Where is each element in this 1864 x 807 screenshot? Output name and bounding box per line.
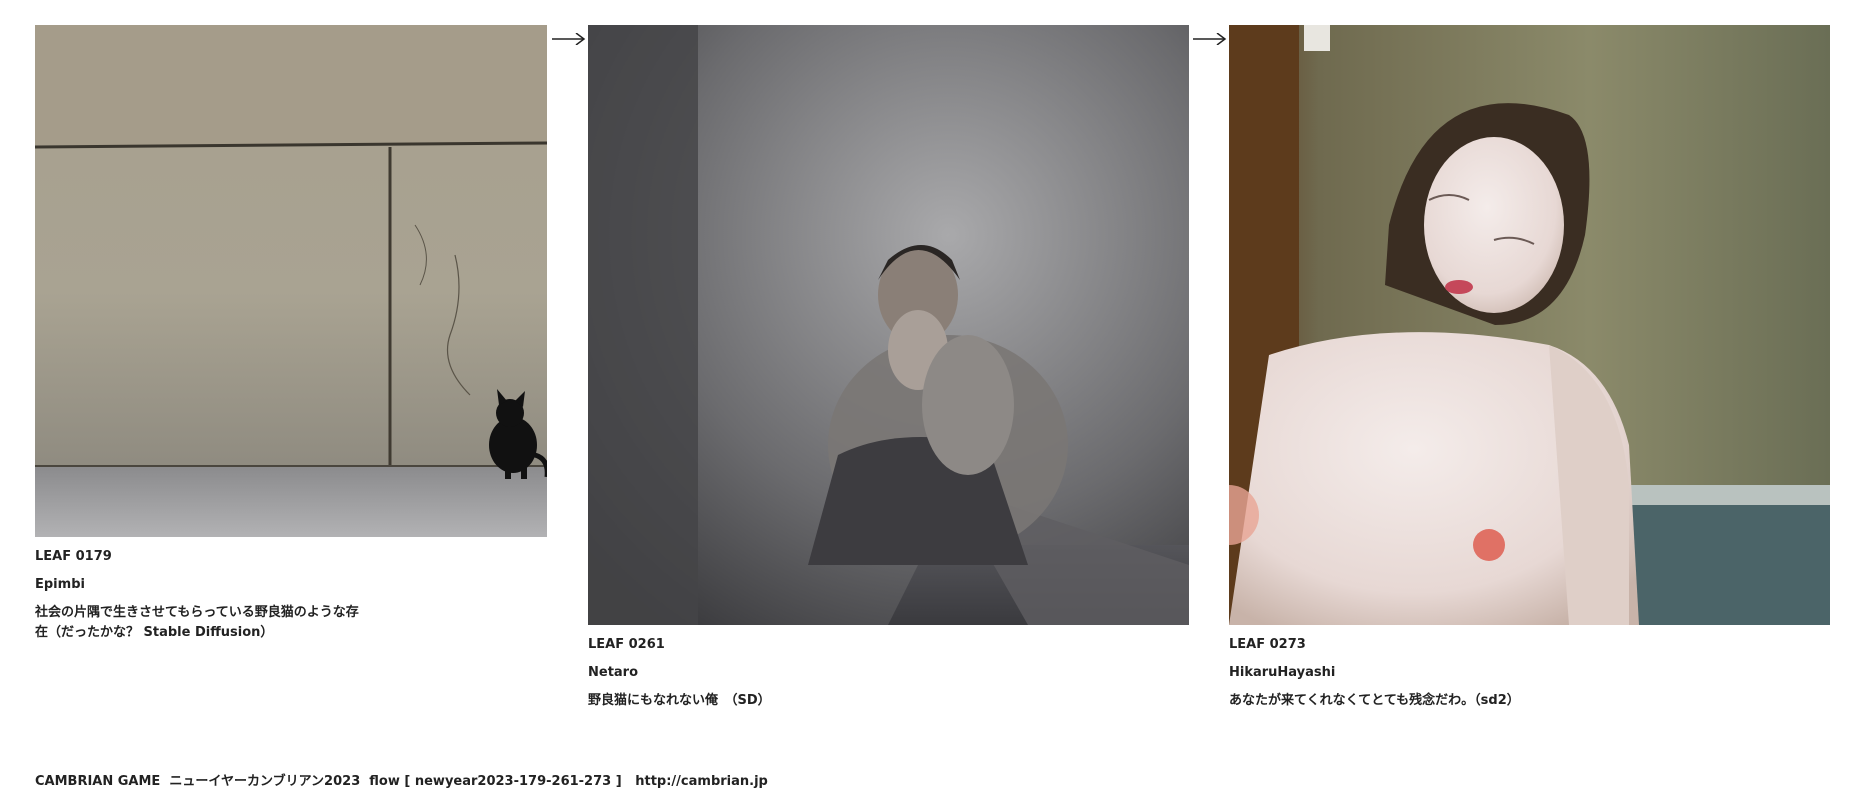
leaf-card: LEAF 0179 Epimbi 社会の片隅で生きさせてもらっている野良猫のよう… xyxy=(35,25,547,643)
leaf-image-person[interactable] xyxy=(588,25,1189,625)
arrow-right-icon xyxy=(1193,30,1227,49)
leaf-card: LEAF 0261 Netaro 野良猫にもなれない俺 （SD） xyxy=(588,25,1189,711)
footer-text: CAMBRIAN GAME ニューイヤーカンブリアン2023 flow [ ne… xyxy=(35,774,768,789)
leaf-caption: 社会の片隅で生きさせてもらっている野良猫のような存在（だったかな？ Stable… xyxy=(35,605,359,640)
leaf-caption: 野良猫にもなれない俺 （SD） xyxy=(588,693,771,708)
leaf-caption: あなたが来てくれなくてとても残念だわ。（sd2） xyxy=(1229,693,1520,708)
leaf-image-cat[interactable] xyxy=(35,25,547,537)
leaf-id: LEAF 0179 xyxy=(35,549,112,564)
leaf-id: LEAF 0261 xyxy=(588,637,665,652)
arrow-right-icon xyxy=(552,30,586,49)
leaf-id: LEAF 0273 xyxy=(1229,637,1306,652)
leaf-author-link[interactable]: HikaruHayashi xyxy=(1229,663,1830,683)
leaf-card: LEAF 0273 HikaruHayashi あなたが来てくれなくてとても残念… xyxy=(1229,25,1830,711)
leaf-author-link[interactable]: Epimbi xyxy=(35,575,547,595)
leaf-author-link[interactable]: Netaro xyxy=(588,663,1189,683)
leaf-image-portrait[interactable] xyxy=(1229,25,1830,625)
